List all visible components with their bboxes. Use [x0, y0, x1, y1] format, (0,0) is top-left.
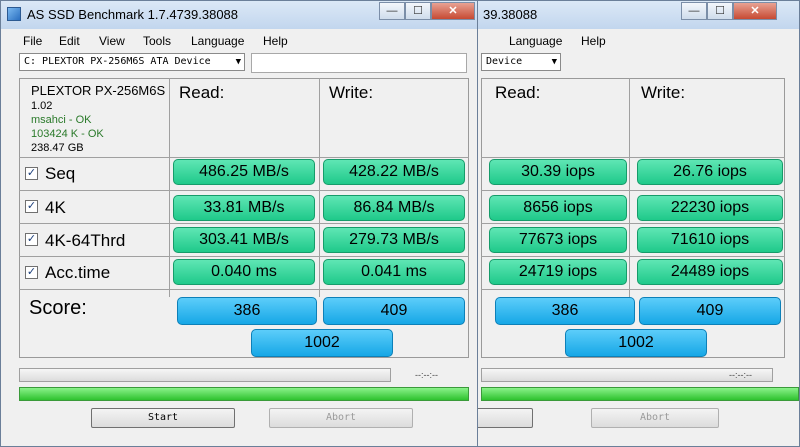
4k-label: 4K — [45, 198, 66, 217]
divider — [19, 289, 469, 290]
device-dropdown-value: Device — [486, 56, 523, 67]
driver-status: msahci - OK — [31, 114, 92, 126]
4k-write-result: 86.84 MB/s — [323, 195, 465, 221]
seq-write-result: 26.76 iops — [637, 159, 783, 185]
maximize-button[interactable]: ☐ — [405, 2, 431, 20]
4k64-label: 4K-64Thrd — [45, 231, 126, 250]
write-header: Write: — [329, 83, 374, 102]
alignment-status: 103424 K - OK — [31, 128, 104, 140]
acctime-label: Acc.time — [45, 263, 111, 282]
divider — [19, 256, 469, 257]
drive-model: PLEXTOR PX-256M6S — [31, 83, 166, 98]
status-box — [251, 53, 467, 73]
divider — [481, 256, 785, 257]
window-title: 39.38088 — [483, 7, 538, 22]
acctime-checkbox[interactable]: ✓ — [25, 266, 38, 279]
menu-help[interactable]: Help — [263, 34, 288, 48]
title-bar[interactable]: AS SSD Benchmark 1.7.4739.38088 — ☐ ✕ — [1, 1, 477, 29]
read-header: Read: — [495, 83, 541, 102]
divider — [481, 190, 785, 191]
minimize-button[interactable]: — — [681, 2, 707, 20]
chevron-down-icon: ▼ — [551, 57, 557, 67]
divider — [481, 289, 785, 290]
4k64-read-result: 303.41 MB/s — [173, 227, 315, 253]
acctime-write-result: 0.041 ms — [323, 259, 465, 285]
4k-write-result: 22230 iops — [637, 195, 783, 221]
divider — [19, 190, 469, 191]
device-dropdown[interactable]: C: PLEXTOR PX-256M6S ATA Device ▼ — [19, 53, 245, 71]
menu-file[interactable]: File — [23, 34, 42, 48]
start-button[interactable]: Start — [91, 408, 235, 428]
caption-buttons: — ☐ ✕ — [379, 2, 475, 20]
score-total: 1002 — [251, 329, 393, 357]
score-total: 1002 — [565, 329, 707, 357]
elapsed-timer: --:--:-- — [729, 370, 752, 380]
4k-read-result: 33.81 MB/s — [173, 195, 315, 221]
window-mbs: AS SSD Benchmark 1.7.4739.38088 — ☐ ✕ Fi… — [0, 0, 478, 447]
4k-read-result: 8656 iops — [489, 195, 627, 221]
divider — [169, 78, 170, 297]
divider — [629, 78, 630, 297]
total-progress-bar — [481, 387, 799, 401]
elapsed-timer: --:--:-- — [415, 370, 438, 380]
drive-capacity: 238.47 GB — [31, 142, 84, 154]
menu-help[interactable]: Help — [581, 34, 606, 48]
window-iops: 39.38088 — ☐ ✕ Language Help Device ▼ Re… — [464, 0, 800, 447]
acctime-read-result: 24719 iops — [489, 259, 627, 285]
score-read: 386 — [177, 297, 317, 325]
chevron-down-icon: ▼ — [235, 57, 241, 67]
menu-edit[interactable]: Edit — [59, 34, 80, 48]
seq-read-result: 486.25 MB/s — [173, 159, 315, 185]
seq-write-result: 428.22 MB/s — [323, 159, 465, 185]
abort-button[interactable]: Abort — [591, 408, 719, 428]
seq-checkbox[interactable]: ✓ — [25, 167, 38, 180]
menu-bar: Language Help — [465, 29, 799, 51]
divider — [481, 223, 785, 224]
drive-firmware: 1.02 — [31, 100, 53, 112]
divider — [19, 223, 469, 224]
seq-label: Seq — [45, 164, 76, 183]
title-bar[interactable]: 39.38088 — ☐ ✕ — [465, 1, 799, 29]
acctime-read-result: 0.040 ms — [173, 259, 315, 285]
device-dropdown[interactable]: Device ▼ — [481, 53, 561, 71]
app-icon — [7, 7, 21, 21]
score-label: Score: — [29, 297, 87, 319]
divider — [19, 157, 469, 158]
maximize-button[interactable]: ☐ — [707, 2, 733, 20]
minimize-button[interactable]: — — [379, 2, 405, 20]
divider — [481, 157, 785, 158]
read-header: Read: — [179, 83, 225, 102]
menu-language[interactable]: Language — [509, 34, 562, 48]
seq-read-result: 30.39 iops — [489, 159, 627, 185]
score-write: 409 — [323, 297, 465, 325]
total-progress-bar — [19, 387, 469, 401]
test-progress-bar — [19, 368, 391, 382]
start-button[interactable] — [469, 408, 533, 428]
window-title: AS SSD Benchmark 1.7.4739.38088 — [27, 7, 239, 22]
score-write: 409 — [639, 297, 781, 325]
close-button[interactable]: ✕ — [431, 2, 475, 20]
menu-tools[interactable]: Tools — [143, 34, 171, 48]
caption-buttons: — ☐ ✕ — [681, 2, 777, 20]
4k64-write-result: 71610 iops — [637, 227, 783, 253]
score-read: 386 — [495, 297, 635, 325]
4k64-read-result: 77673 iops — [489, 227, 627, 253]
menu-bar: File Edit View Tools Language Help — [1, 29, 477, 51]
4k64-checkbox[interactable]: ✓ — [25, 233, 38, 246]
divider — [319, 78, 320, 297]
write-header: Write: — [641, 83, 686, 102]
4k-checkbox[interactable]: ✓ — [25, 200, 38, 213]
menu-view[interactable]: View — [99, 34, 125, 48]
close-button[interactable]: ✕ — [733, 2, 777, 20]
device-dropdown-value: C: PLEXTOR PX-256M6S ATA Device — [24, 56, 211, 67]
4k64-write-result: 279.73 MB/s — [323, 227, 465, 253]
abort-button[interactable]: Abort — [269, 408, 413, 428]
acctime-write-result: 24489 iops — [637, 259, 783, 285]
menu-language[interactable]: Language — [191, 34, 244, 48]
